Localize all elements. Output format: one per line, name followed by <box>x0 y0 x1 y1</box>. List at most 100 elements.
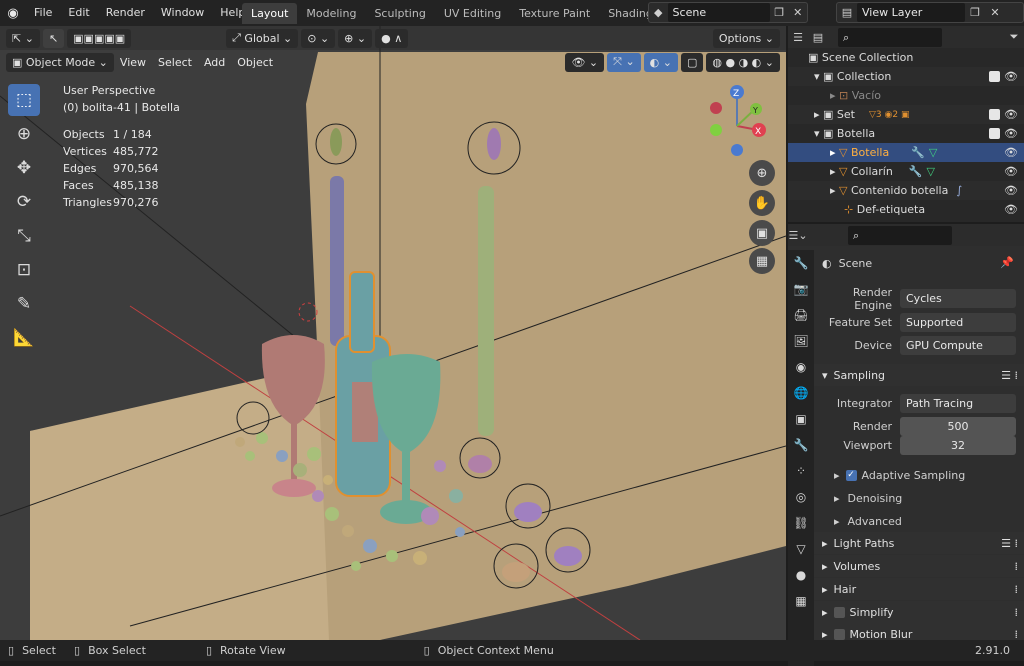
scale-tool-icon[interactable]: ⤡ <box>8 220 40 252</box>
checkbox-unchecked[interactable] <box>834 607 845 618</box>
view-layer-name[interactable]: View Layer <box>857 3 965 22</box>
orientation-dropdown[interactable]: ⤢ Global ⌄ <box>226 29 298 48</box>
expand-icon[interactable]: ▸ <box>830 89 839 102</box>
expand-icon[interactable]: ▾ <box>814 70 823 83</box>
view-layer-tab-icon[interactable]: 🖼 <box>788 328 814 354</box>
presets-icon[interactable]: ☰ ⁞ <box>1001 537 1024 550</box>
outliner-item-scene-collection[interactable]: ▣ Scene Collection <box>788 48 1024 67</box>
filter-icon[interactable]: ⏷ <box>1004 28 1024 47</box>
shading-mode-buttons[interactable]: ◍ ● ◑ ◐ ⌄ <box>706 53 780 72</box>
drag-handle-icon[interactable]: ⁞ <box>1015 583 1024 596</box>
presets-icon[interactable]: ☰ ⁞ <box>1001 369 1024 382</box>
3d-cursor[interactable] <box>299 303 317 321</box>
small-bowl[interactable] <box>514 502 542 522</box>
annotate-tool-icon[interactable]: ✎ <box>8 288 40 320</box>
scene-selector[interactable]: ◆ Scene ❐ ✕ <box>648 2 808 23</box>
drag-handle-icon[interactable]: ⁞ <box>1015 628 1024 641</box>
small-bowl[interactable] <box>502 562 530 582</box>
simplify-panel-header[interactable]: ▸Simplify⁞ <box>814 601 1024 623</box>
eye-icon[interactable]: 👁 <box>1004 165 1018 178</box>
transform-pivot-button[interactable]: ⇱ ⌄ <box>6 29 40 48</box>
physics-tab-icon[interactable]: ◎ <box>788 484 814 510</box>
hair-panel-header[interactable]: ▸Hair⁞ <box>814 578 1024 600</box>
editor-type-icon[interactable]: ☰ <box>788 28 808 47</box>
outliner-item-vacio[interactable]: ▸ ⊡ Vacío <box>788 86 1024 105</box>
pin-icon[interactable]: 📌 <box>1000 256 1014 269</box>
copy-view-layer-icon[interactable]: ❐ <box>965 3 985 22</box>
expand-icon[interactable]: ▾ <box>814 127 823 140</box>
small-bowl[interactable] <box>468 455 492 473</box>
menu-add[interactable]: Add <box>198 56 231 69</box>
integrator-dropdown[interactable]: Path Tracing <box>900 394 1016 413</box>
expand-icon[interactable]: ▸ <box>814 108 823 121</box>
render-tab-icon[interactable]: 📷 <box>788 276 814 302</box>
eye-icon[interactable]: 👁 <box>1004 146 1018 159</box>
overlay-toggle-button[interactable]: ◐ ⌄ <box>644 53 678 72</box>
menu-select[interactable]: Select <box>152 56 198 69</box>
outliner-item-botella[interactable]: ▸ ▽ Botella🔧▽👁 <box>788 143 1024 162</box>
outliner-item-collection[interactable]: ▾ ▣ Collection👁 <box>788 67 1024 86</box>
menu-render[interactable]: Render <box>98 0 153 26</box>
copy-scene-icon[interactable]: ❐ <box>770 3 789 22</box>
particles-tab-icon[interactable]: ⁘ <box>788 458 814 484</box>
material-tab-icon[interactable]: ● <box>788 562 814 588</box>
cursor-tool-icon[interactable]: ⊕ <box>8 118 40 150</box>
options-button[interactable]: Options ⌄ <box>713 29 780 48</box>
modifier-tab-icon[interactable]: 🔧 <box>788 432 814 458</box>
outliner-item-def-etiqueta[interactable]: ⊹ Def-etiqueta👁 <box>788 200 1024 219</box>
eye-icon[interactable]: 👁 <box>1004 184 1018 197</box>
light-paths-panel-header[interactable]: ▸Light Paths☰ ⁞ <box>814 532 1024 554</box>
tool-tab-icon[interactable]: 🔧 <box>788 250 814 276</box>
checkbox-checked[interactable]: ✓ <box>846 470 857 481</box>
viewport-samples-field[interactable]: 32 <box>900 436 1016 455</box>
expand-icon[interactable]: ▸ <box>830 146 839 159</box>
menu-window[interactable]: Window <box>153 0 212 26</box>
close-icon[interactable]: ✕ <box>788 3 807 22</box>
expand-icon[interactable]: ▸ <box>830 184 839 197</box>
world-tab-icon[interactable]: 🌐 <box>788 380 814 406</box>
close-icon[interactable]: ✕ <box>985 3 1005 22</box>
scene-name[interactable]: Scene <box>668 3 770 22</box>
editor-type-icon[interactable]: ☰⌄ <box>788 226 808 245</box>
snap-button[interactable]: ⊕ ⌄ <box>338 29 372 48</box>
measure-tool-icon[interactable]: 📐 <box>8 322 40 354</box>
pivot-point-button[interactable]: ⊙ ⌄ <box>301 29 335 48</box>
small-bowl[interactable] <box>554 546 582 566</box>
texture-tab-icon[interactable]: ▦ <box>788 588 814 614</box>
device-dropdown[interactable]: GPU Compute <box>900 336 1016 355</box>
visibility-button[interactable]: 👁 ⌄ <box>565 53 604 72</box>
menu-file[interactable]: File <box>26 0 60 26</box>
tab-layout[interactable]: Layout <box>242 3 297 24</box>
move-tool-icon[interactable]: ✥ <box>8 152 40 184</box>
tab-texture-paint[interactable]: Texture Paint <box>510 3 599 24</box>
rotate-tool-icon[interactable]: ⟳ <box>8 186 40 218</box>
transform-tool-icon[interactable]: ⊡ <box>8 254 40 286</box>
advanced-subpanel[interactable]: ▸Advanced <box>834 511 902 531</box>
checkbox-unchecked[interactable] <box>834 629 845 640</box>
3d-viewport[interactable]: Z X Y ⇱ ⌄ ↖ ▣▣▣▣▣ ⤢ Global ⌄ ⊙ ⌄ ⊕ ⌄ ● ∧… <box>0 26 786 640</box>
outliner-item-contenido-botella[interactable]: ▸ ▽ Contenido botella∫👁 <box>788 181 1024 200</box>
menu-object[interactable]: Object <box>231 56 279 69</box>
menu-edit[interactable]: Edit <box>60 0 97 26</box>
exclude-checkbox[interactable] <box>989 128 1000 139</box>
blender-logo-icon[interactable]: ◉ <box>0 0 26 26</box>
constraints-tab-icon[interactable]: ⛓ <box>788 510 814 536</box>
xray-button[interactable]: ▢ <box>681 53 703 72</box>
tab-uv-editing[interactable]: UV Editing <box>435 3 510 24</box>
scene-tab-icon[interactable]: ◉ <box>788 354 814 380</box>
output-tab-icon[interactable]: 🖨 <box>788 302 814 328</box>
denoising-subpanel[interactable]: ▸Denoising <box>834 488 902 508</box>
volumes-panel-header[interactable]: ▸Volumes⁞ <box>814 555 1024 577</box>
eye-icon[interactable]: 👁 <box>1004 70 1018 83</box>
object-tab-icon[interactable]: ▣ <box>788 406 814 432</box>
perspective-grid-icon[interactable]: ▦ <box>749 248 775 274</box>
outliner-item-set[interactable]: ▸ ▣ Set▽3 ◉2 ▣👁 <box>788 105 1024 124</box>
menu-view[interactable]: View <box>114 56 152 69</box>
tab-sculpting[interactable]: Sculpting <box>365 3 434 24</box>
bottle-neck[interactable] <box>350 272 374 352</box>
render-samples-field[interactable]: 500 <box>900 417 1016 436</box>
zoom-icon[interactable]: ⊕ <box>749 160 775 186</box>
exclude-checkbox[interactable] <box>989 71 1000 82</box>
candle-right[interactable] <box>478 186 494 436</box>
display-mode-icon[interactable]: ▤ <box>808 28 828 47</box>
